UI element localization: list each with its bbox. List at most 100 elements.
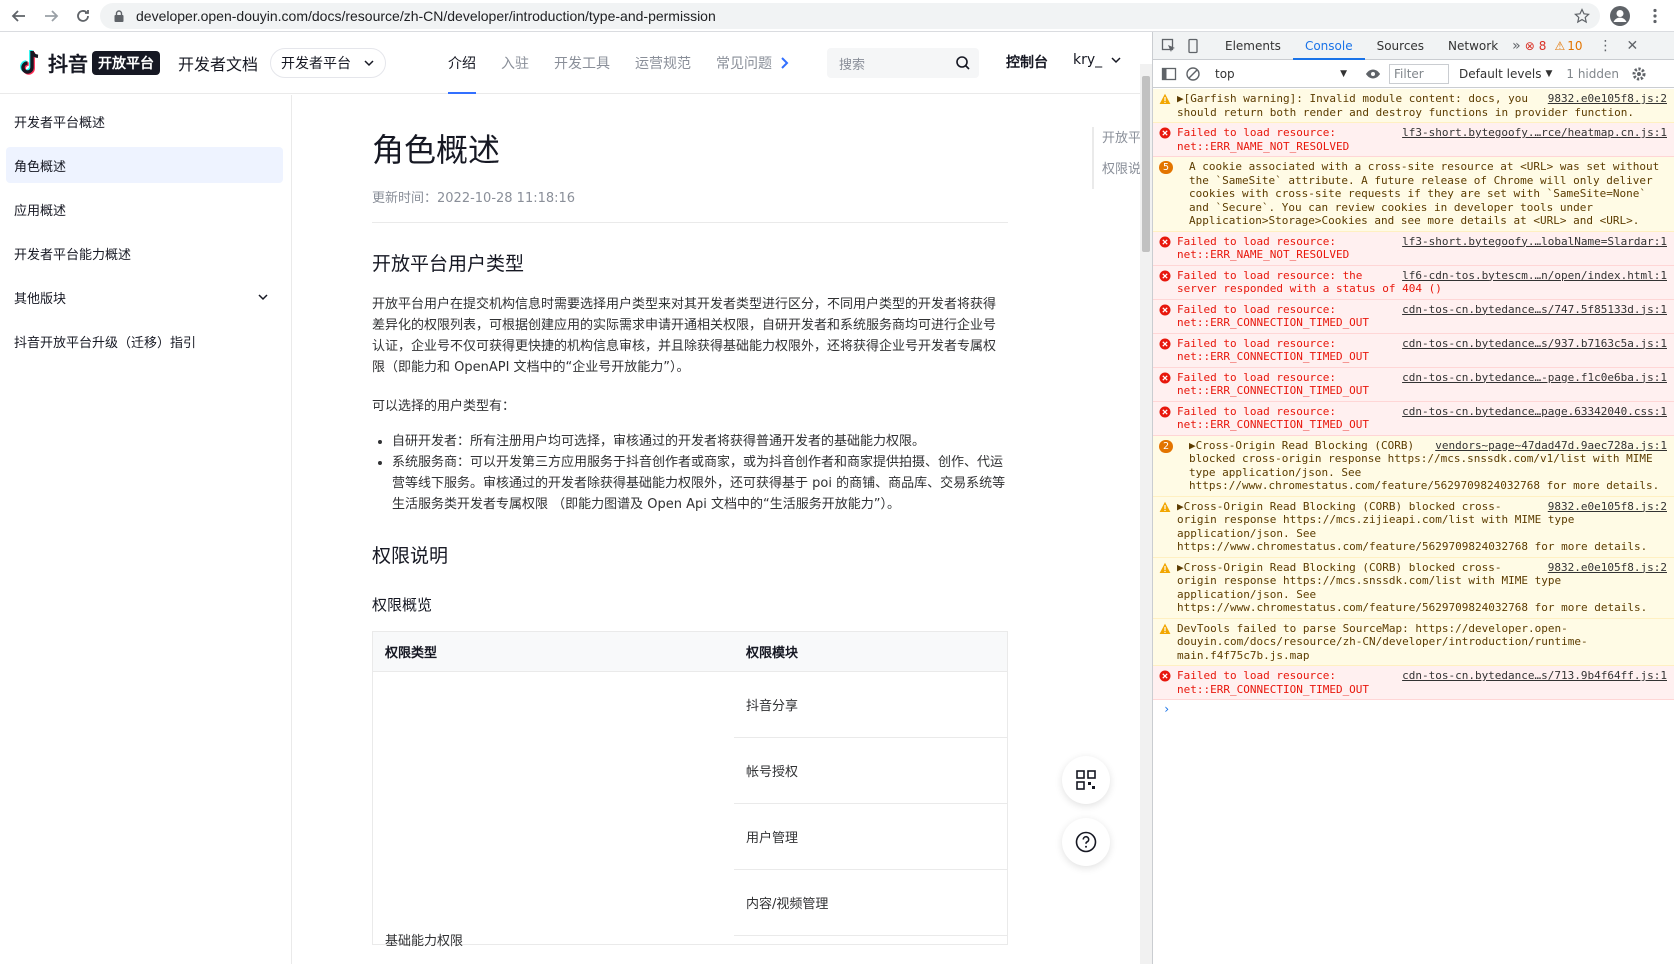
user-menu[interactable]: kry_ bbox=[1073, 52, 1122, 68]
source-link[interactable]: cdn-tos-cn.bytedance…s/713.9b4f64ff.js:1 bbox=[1402, 669, 1667, 683]
table-row: 帐号授权 bbox=[734, 738, 1007, 804]
console-error-message[interactable]: lf6-cdn-tos.bytescm.…n/open/index.html:1… bbox=[1153, 265, 1674, 300]
message-text: Failed to load resource: net::ERR_CONNEC… bbox=[1177, 336, 1370, 364]
section-heading-permissions: 权限说明 bbox=[372, 546, 449, 567]
inspect-element-icon[interactable] bbox=[1161, 38, 1177, 54]
sidebar-item-capability-overview[interactable]: 开发者平台能力概述 bbox=[6, 235, 283, 271]
permission-category: 基础能力权限 bbox=[385, 934, 464, 949]
filter-input[interactable]: Filter bbox=[1389, 63, 1449, 84]
tab-faq[interactable]: 常见问题 bbox=[716, 32, 772, 94]
tab-dev-tools[interactable]: 开发工具 bbox=[554, 32, 610, 94]
console-warning-message[interactable]: 9832.e0e105f8.js:2 ▶Cross-Origin Read Blo… bbox=[1153, 557, 1674, 619]
chevron-down-icon bbox=[364, 59, 374, 66]
console-error-message[interactable]: lf3-short.bytegoofy.…rce/heatmap.cn.js:1… bbox=[1153, 123, 1674, 157]
source-link[interactable]: cdn-tos-cn.bytedance…page.63342040.css:1 bbox=[1402, 405, 1667, 419]
chevron-right-icon[interactable] bbox=[778, 56, 792, 70]
message-text: Failed to load resource: net::ERR_CONNEC… bbox=[1177, 302, 1370, 330]
profile-avatar-icon[interactable] bbox=[1609, 5, 1631, 27]
tab-sources[interactable]: Sources bbox=[1365, 32, 1436, 60]
context-select[interactable]: top ▼ bbox=[1211, 64, 1351, 84]
tab-onboarding[interactable]: 入驻 bbox=[501, 32, 529, 94]
sidebar: 开发者平台概述 角色概述 应用概述 开发者平台能力概述 其他版块 抖音开放平台升… bbox=[0, 95, 292, 964]
table-header: 权限类型 权限模块 bbox=[373, 632, 1007, 672]
error-icon bbox=[1159, 304, 1171, 315]
platform-select[interactable]: 开发者平台 bbox=[270, 47, 387, 78]
source-link[interactable]: lf3-short.bytegoofy.…lobalName=Slardar:1 bbox=[1402, 235, 1667, 249]
console-warning-message[interactable]: DevTools failed to parse SourceMap: http… bbox=[1153, 618, 1674, 666]
source-link[interactable]: 9832.e0e105f8.js:2 bbox=[1548, 561, 1667, 575]
source-link[interactable]: vendors~page~47dad47d.9aec728a.js:1 bbox=[1435, 439, 1667, 453]
console-error-message[interactable]: cdn-tos-cn.bytedance…page.63342040.css:1… bbox=[1153, 401, 1674, 436]
console-warning-message[interactable]: 9832.e0e105f8.js:2 ▶[Garfish warning]: In… bbox=[1153, 89, 1674, 123]
sidebar-item-upgrade-guide[interactable]: 抖音开放平台升级（迁移）指引 bbox=[6, 323, 283, 359]
source-link[interactable]: lf6-cdn-tos.bytescm.…n/open/index.html:1 bbox=[1402, 269, 1667, 283]
console-error-message[interactable]: cdn-tos-cn.bytedance…-page.f1c0e6ba.js:1… bbox=[1153, 367, 1674, 402]
qr-code-button[interactable] bbox=[1062, 756, 1110, 804]
eye-icon[interactable] bbox=[1365, 66, 1381, 82]
bookmark-star-icon[interactable] bbox=[1574, 8, 1590, 24]
console-prompt[interactable]: › bbox=[1153, 700, 1674, 720]
sidebar-item-other-sections[interactable]: 其他版块 bbox=[6, 279, 283, 315]
device-toolbar-icon[interactable] bbox=[1185, 38, 1201, 54]
scrollbar-thumb[interactable] bbox=[1142, 76, 1150, 252]
reload-button[interactable] bbox=[70, 3, 96, 29]
message-text: Failed to load resource: net::ERR_NAME_N… bbox=[1177, 126, 1350, 153]
console-warning-message[interactable]: 5 A cookie associated with a cross-site r… bbox=[1153, 157, 1674, 232]
console-error-message[interactable]: cdn-tos-cn.bytedance…s/713.9b4f64ff.js:1… bbox=[1153, 666, 1674, 700]
issue-counts[interactable]: ⊗ 8 ⚠ 10 bbox=[1525, 39, 1583, 53]
address-bar[interactable]: developer.open-douyin.com/docs/resource/… bbox=[100, 3, 1600, 29]
source-link[interactable]: cdn-tos-cn.bytedance…-page.f1c0e6ba.js:1 bbox=[1402, 371, 1667, 385]
forward-button[interactable] bbox=[38, 3, 64, 29]
sidebar-item-role-overview[interactable]: 角色概述 bbox=[6, 147, 283, 183]
hidden-count: 1 hidden bbox=[1566, 66, 1619, 81]
console-warning-message[interactable]: 2 vendors~page~47dad47d.9aec728a.js:1 ▶Cro… bbox=[1153, 435, 1674, 497]
tab-console[interactable]: Console bbox=[1292, 32, 1365, 60]
repeat-count-badge: 2 bbox=[1159, 439, 1174, 453]
log-levels-select[interactable]: Default levels bbox=[1459, 67, 1541, 81]
message-text: Failed to load resource: net::ERR_CONNEC… bbox=[1177, 404, 1370, 432]
tab-elements[interactable]: Elements bbox=[1213, 32, 1293, 60]
more-vert-icon[interactable] bbox=[1646, 7, 1664, 25]
tab-intro[interactable]: 介绍 bbox=[448, 32, 476, 94]
clear-console-icon[interactable] bbox=[1185, 66, 1201, 82]
search-input[interactable]: 搜索 bbox=[827, 48, 979, 78]
search-icon[interactable] bbox=[955, 55, 971, 71]
console-error-message[interactable]: cdn-tos-cn.bytedance…s/747.5f85133d.js:1… bbox=[1153, 299, 1674, 334]
source-link[interactable]: 9832.e0e105f8.js:2 bbox=[1548, 92, 1667, 106]
user-type-list: 自研开发者：所有注册用户均可选择，审核通过的开发者将获得普通开发者的基础能力权限… bbox=[372, 431, 1008, 515]
source-link[interactable]: cdn-tos-cn.bytedance…s/747.5f85133d.js:1 bbox=[1402, 303, 1667, 317]
section-heading-user-types: 开放平台用户类型 bbox=[372, 254, 525, 275]
console-link[interactable]: 控制台 bbox=[1006, 52, 1048, 72]
vertical-scrollbar[interactable] bbox=[1140, 64, 1152, 964]
permission-table: 权限类型 权限模块 抖音分享 帐号授权 用户管理 内容/视频管理 基础能力权限 bbox=[372, 631, 1008, 949]
more-tabs-icon[interactable]: » bbox=[1512, 38, 1521, 54]
dropdown-arrow-icon: ▼ bbox=[1340, 68, 1347, 79]
console-error-message[interactable]: lf3-short.bytegoofy.…lobalName=Slardar:1… bbox=[1153, 231, 1674, 266]
sidebar-item-app-overview[interactable]: 应用概述 bbox=[6, 191, 283, 227]
column-header: 权限类型 bbox=[385, 646, 438, 661]
tab-operation-rules[interactable]: 运营规范 bbox=[635, 32, 691, 94]
console-warning-message[interactable]: 9832.e0e105f8.js:2 ▶Cross-Origin Read Blo… bbox=[1153, 496, 1674, 558]
site-logo[interactable]: 抖音 开放平台 bbox=[16, 48, 160, 78]
tab-network[interactable]: Network bbox=[1436, 32, 1510, 60]
console-error-message[interactable]: cdn-tos-cn.bytedance…s/937.b7163c5a.js:1… bbox=[1153, 333, 1674, 368]
source-link[interactable]: cdn-tos-cn.bytedance…s/937.b7163c5a.js:1 bbox=[1402, 337, 1667, 351]
gear-icon[interactable] bbox=[1631, 66, 1647, 82]
source-link[interactable]: 9832.e0e105f8.js:2 bbox=[1548, 500, 1667, 514]
logo-badge: 开放平台 bbox=[92, 50, 160, 75]
context-value: top bbox=[1215, 66, 1235, 81]
dropdown-arrow-icon: ▼ bbox=[1545, 68, 1553, 79]
error-icon bbox=[1159, 372, 1171, 383]
back-button[interactable] bbox=[6, 3, 32, 29]
error-icon bbox=[1159, 406, 1171, 417]
doc-title[interactable]: 开发者文档 bbox=[178, 51, 258, 75]
help-button[interactable] bbox=[1062, 818, 1110, 866]
top-nav: 介绍 入驻 开发工具 运营规范 常见问题 bbox=[448, 32, 797, 94]
close-icon[interactable]: ✕ bbox=[1626, 38, 1638, 54]
source-link[interactable]: lf3-short.bytegoofy.…rce/heatmap.cn.js:1 bbox=[1402, 126, 1667, 140]
web-page: 抖音 开放平台 开发者文档 开发者平台 介绍 入驻 开发工具 运营规范 常见问题… bbox=[0, 32, 1152, 964]
sidebar-toggle-icon[interactable] bbox=[1161, 66, 1177, 82]
site-header: 抖音 开放平台 开发者文档 开发者平台 介绍 入驻 开发工具 运营规范 常见问题… bbox=[0, 32, 1152, 94]
sidebar-item-platform-overview[interactable]: 开发者平台概述 bbox=[6, 103, 283, 139]
devtools-menu-icon[interactable]: ⋮ bbox=[1598, 38, 1612, 54]
